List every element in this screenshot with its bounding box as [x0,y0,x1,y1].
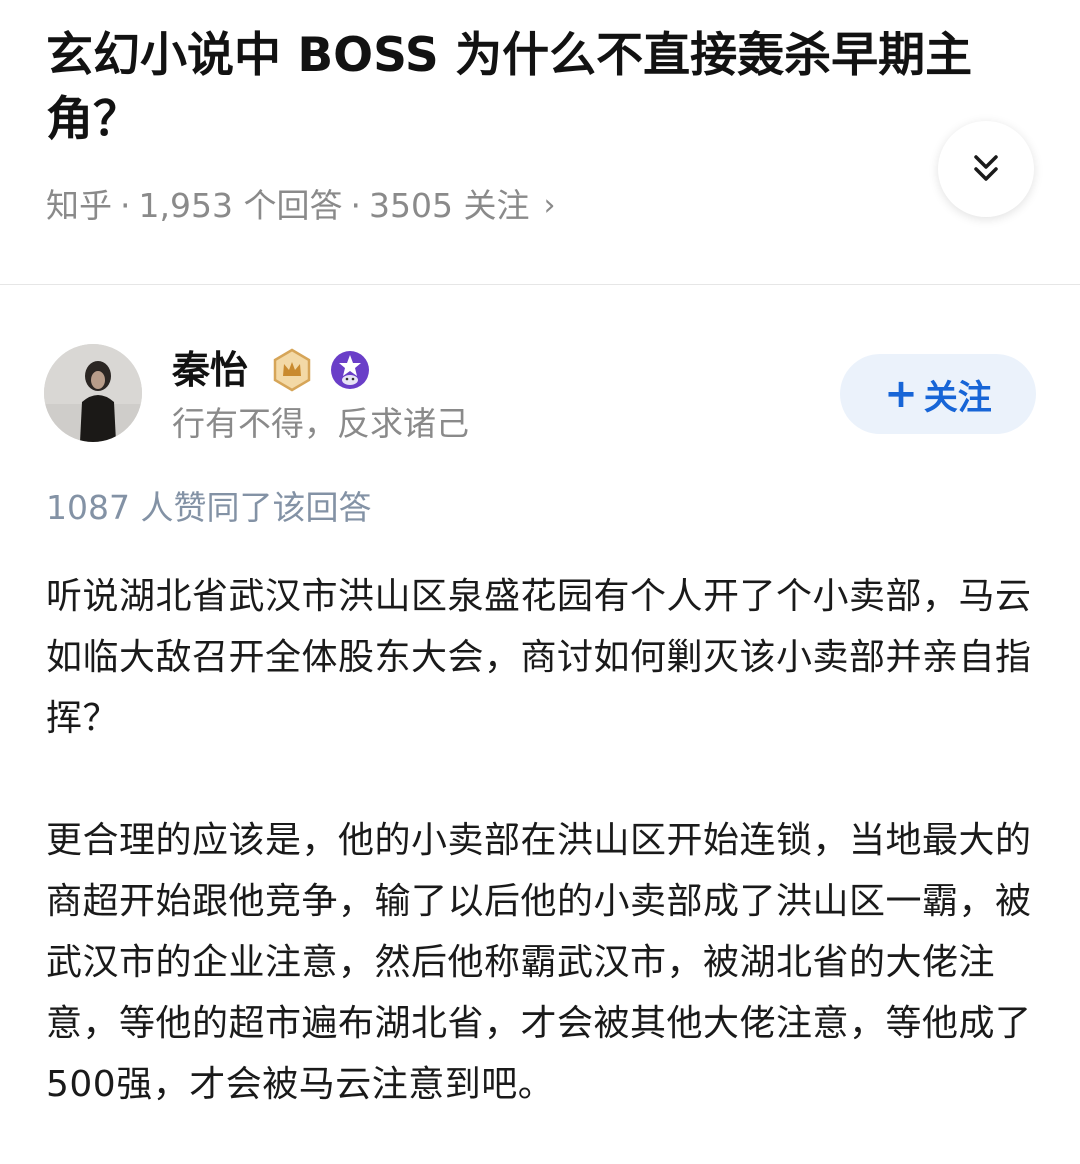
follow-label: 关注 [923,377,992,418]
avatar-photo [44,344,142,442]
author-name[interactable]: 秦怡 [172,346,248,394]
follow-button[interactable]: + 关注 [840,354,1036,434]
question-header: 玄幻小说中 BOSS 为什么不直接轰杀早期主角？ 知乎 · 1,953 个回答 … [0,0,1080,284]
star-badge-icon[interactable] [330,350,370,390]
source-label: 知乎 [46,186,112,225]
crown-badge-icon[interactable] [272,348,312,392]
upvote-count: 1087 人赞同了该回答 [46,488,372,527]
question-meta[interactable]: 知乎 · 1,953 个回答 · 3505 关注 › [46,184,555,228]
avatar[interactable] [44,344,142,442]
answer-count: 1,953 个回答 [138,186,343,225]
answer-paragraph: 听说湖北省武汉市洪山区泉盛花园有个人开了个小卖部，马云如临大敌召开全体股东大会，… [46,576,1032,739]
double-chevron-down-icon [974,155,998,181]
question-title[interactable]: 玄幻小说中 BOSS 为什么不直接轰杀早期主角？ [46,24,1036,152]
meta-separator: · [350,186,361,225]
expand-button[interactable] [938,121,1034,217]
author-signature: 行有不得，反求诸己 [172,404,469,443]
plus-icon: + [884,371,918,417]
chevron-right-icon: › [543,188,556,223]
section-divider [0,284,1080,285]
answer-paragraph: 更合理的应该是，他的小卖部在洪山区开始连锁，当地最大的商超开始跟他竞争，输了以后… [46,820,1032,1105]
answer-content[interactable]: 听说湖北省武汉市洪山区泉盛花园有个人开了个小卖部，马云如临大敌召开全体股东大会，… [46,566,1036,1115]
author-row: 秦怡 行有不得，反求诸己 + 关注 [0,330,1080,460]
follower-count: 3505 关注 [368,186,530,225]
meta-separator: · [120,186,131,225]
